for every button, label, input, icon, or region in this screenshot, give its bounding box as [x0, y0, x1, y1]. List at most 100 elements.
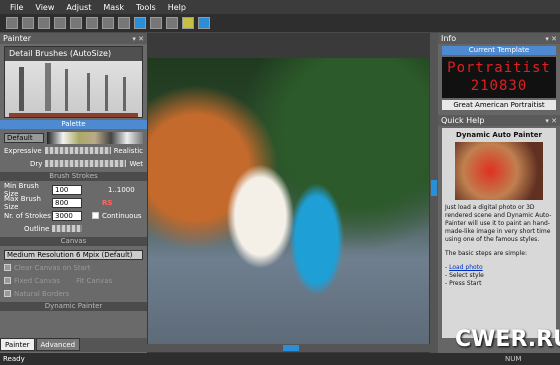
quickhelp-header: Quick Help ▾ ✕	[438, 115, 560, 126]
realistic-label: Realistic	[113, 146, 143, 155]
vertical-scroll-thumb[interactable]	[431, 180, 437, 196]
save-as-icon[interactable]	[54, 17, 66, 29]
current-template-label: Current Template	[442, 46, 556, 55]
menu-mask[interactable]: Mask	[103, 3, 124, 12]
template-name: Great American Portraitist	[442, 100, 556, 110]
zoom-fit-icon[interactable]	[102, 17, 114, 29]
min-size-field[interactable]: 100	[52, 184, 82, 195]
rs-button[interactable]: RS	[102, 199, 112, 207]
panel-controls-icon[interactable]: ▾ ✕	[132, 35, 147, 43]
panel-tabs: Painter Advanced	[0, 338, 147, 352]
menu-adjust[interactable]: Adjust	[66, 3, 91, 12]
menu-file[interactable]: File	[10, 3, 23, 12]
expressive-label: Expressive	[4, 146, 42, 155]
brush-rack	[9, 113, 138, 117]
preset-box[interactable]: Detail Brushes (AutoSize)	[4, 46, 143, 118]
tab-painter[interactable]: Painter	[0, 338, 35, 351]
fan-brush-icon	[19, 67, 24, 111]
stop-icon[interactable]	[134, 17, 146, 29]
quickhelp-steps: The basic steps are simple:	[445, 250, 527, 257]
quickhelp-controls-icon[interactable]: ▾ ✕	[545, 117, 560, 125]
expressive-slider[interactable]	[44, 147, 111, 154]
quickhelp-content: Dynamic Auto Painter Just load a digital…	[442, 128, 556, 338]
strokes-label: Nr. of Strokes	[4, 211, 51, 220]
brush-strokes-section[interactable]: Brush Strokes	[0, 172, 147, 181]
info-panel: Info ▾ ✕ Current Template Portraitist 2108…	[438, 33, 560, 115]
zoom-in-icon[interactable]	[70, 17, 82, 29]
painter-title: Painter	[3, 34, 32, 43]
continuous-checkbox[interactable]	[92, 212, 99, 219]
watermark-logo: CWER.RU	[455, 327, 560, 352]
status-bar: Ready NUM	[0, 353, 560, 365]
clear-canvas-label: Clear Canvas on Start	[14, 263, 91, 272]
flat-brush-icon	[45, 63, 51, 111]
menu-bar: File View Adjust Mask Tools Help	[0, 0, 560, 14]
liner-brush-icon	[123, 77, 126, 111]
quickhelp-step3: - Press Start	[445, 280, 482, 287]
horizontal-scrollbar[interactable]	[147, 344, 430, 352]
toolbar	[0, 14, 560, 32]
painter-panel: Painter ▾ ✕ Detail Brushes (AutoSize) Pal…	[0, 33, 147, 353]
horizontal-scroll-thumb[interactable]	[283, 345, 299, 351]
play-icon[interactable]	[150, 17, 162, 29]
fixed-canvas-checkbox[interactable]	[4, 277, 11, 284]
info-controls-icon[interactable]: ▾ ✕	[545, 35, 560, 43]
next-icon[interactable]	[166, 17, 178, 29]
palette-swatches	[47, 131, 143, 144]
dynamic-painter-section[interactable]: Dynamic Painter	[0, 302, 147, 311]
template-led-display: Portraitist 210830	[442, 57, 556, 98]
vertical-scrollbar[interactable]	[430, 33, 438, 353]
size-ratio: 1..1000	[108, 185, 135, 194]
info-panel-header: Info ▾ ✕	[438, 33, 560, 44]
painter-panel-header: Painter ▾ ✕	[0, 33, 147, 44]
load-photo-link[interactable]: Load photo	[449, 264, 483, 271]
clear-canvas-checkbox[interactable]	[4, 264, 11, 271]
outline-slider[interactable]	[52, 225, 83, 232]
brush-previews	[5, 61, 142, 119]
natural-borders-checkbox[interactable]	[4, 290, 11, 297]
dry-label: Dry	[30, 159, 43, 168]
resolution-select[interactable]: Medium Resolution 6 Mpix (Default)	[4, 249, 143, 260]
fine-brush-icon	[105, 75, 108, 111]
quickhelp-heading: Dynamic Auto Painter	[456, 131, 542, 139]
canvas-section[interactable]: Canvas	[0, 237, 147, 246]
painting-image[interactable]	[148, 58, 429, 346]
led-line-2: 210830	[470, 78, 528, 94]
led-line-1: Portraitist	[447, 60, 551, 76]
wet-label: Wet	[129, 159, 143, 168]
quickhelp-image	[455, 142, 543, 200]
palette-select[interactable]: Default	[4, 132, 44, 143]
save-icon[interactable]	[38, 17, 50, 29]
continuous-label: Continuous	[102, 211, 142, 220]
dry-wet-slider[interactable]	[45, 160, 127, 167]
info-title: Info	[441, 34, 457, 43]
status-num: NUM	[505, 355, 522, 363]
fit-canvas-button[interactable]: Fit Canvas	[76, 277, 112, 285]
tab-advanced[interactable]: Advanced	[35, 338, 81, 351]
strokes-field[interactable]: 3000	[52, 210, 82, 221]
max-size-label: Max Brush Size	[4, 194, 41, 211]
preset-name: Detail Brushes (AutoSize)	[5, 47, 142, 61]
quickhelp-title: Quick Help	[441, 116, 485, 125]
quickhelp-step2: - Select style	[445, 272, 484, 279]
right-panels: Info ▾ ✕ Current Template Portraitist 2108…	[438, 33, 560, 353]
quickhelp-body: Just load a digital photo or 3D rendered…	[445, 204, 552, 243]
natural-borders-label: Natural Borders	[14, 289, 70, 298]
fixed-canvas-label: Fixed Canvas	[14, 276, 61, 285]
round-brush-icon	[65, 69, 68, 111]
new-file-icon[interactable]	[6, 17, 18, 29]
outline-label: Outline	[24, 224, 50, 233]
menu-tools[interactable]: Tools	[136, 3, 156, 12]
menu-help[interactable]: Help	[168, 3, 186, 12]
menu-view[interactable]: View	[35, 3, 54, 12]
zoom-out-icon[interactable]	[86, 17, 98, 29]
status-ready: Ready	[3, 355, 25, 363]
detail-brush-icon	[87, 73, 90, 111]
layers-icon[interactable]	[198, 17, 210, 29]
max-size-field[interactable]: 800	[52, 197, 82, 208]
actual-size-icon[interactable]	[118, 17, 130, 29]
palette-section[interactable]: Palette	[0, 120, 147, 129]
open-file-icon[interactable]	[22, 17, 34, 29]
help-icon[interactable]	[182, 17, 194, 29]
canvas-area[interactable]	[147, 33, 438, 353]
